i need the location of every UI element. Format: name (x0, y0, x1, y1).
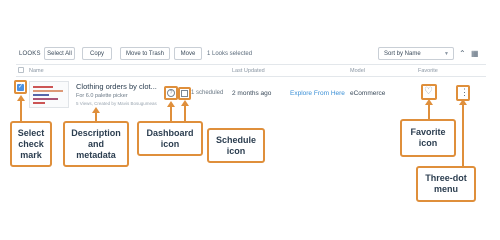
header-favorite: Favorite (418, 68, 438, 74)
thumb-bar (33, 86, 53, 88)
callout-three-dot: Three-dot menu (416, 166, 476, 202)
select-all-checkbox[interactable] (18, 67, 24, 73)
pointer-line (428, 104, 430, 120)
schedule-count[interactable]: 1 scheduled (191, 90, 223, 96)
explore-link[interactable]: Explore From Here (290, 90, 345, 97)
move-to-trash-button[interactable]: Move to Trash (120, 47, 170, 60)
pointer-line (170, 106, 172, 122)
callout-favorite: Favorite icon (400, 119, 456, 157)
pointer-arrow (181, 100, 189, 106)
chevron-down-icon: ▼ (444, 51, 449, 57)
grid-view-icon[interactable]: ▦ (471, 49, 479, 58)
pointer-arrow (17, 95, 25, 101)
favorite-highlight (421, 84, 437, 100)
sort-value: Sort by Name (384, 50, 421, 57)
header-model[interactable]: Model (350, 68, 365, 74)
thumb-bar (33, 94, 49, 96)
thumb-bar (33, 90, 63, 92)
model-value: eCommerce (350, 90, 386, 97)
pointer-arrow (167, 101, 175, 107)
schedule-highlight (178, 87, 191, 100)
callout-schedule: Schedule icon (207, 128, 265, 163)
look-thumbnail[interactable] (29, 81, 69, 108)
header-name[interactable]: Name (29, 68, 44, 74)
callout-select-check: Select check mark (10, 121, 52, 167)
last-updated-value: 2 months ago (232, 90, 272, 97)
pointer-arrow (425, 99, 433, 105)
looks-toolbar: LOOKS Select All Copy Move to Trash Move… (16, 47, 486, 63)
look-metadata: 5 Views, Created by Mavis Bosugumeas (76, 101, 157, 106)
copy-button[interactable]: Copy (82, 47, 112, 60)
toolbar-divider (16, 64, 486, 65)
sort-select[interactable]: Sort by Name ▼ (378, 47, 454, 60)
callout-dashboard: Dashboard icon (137, 121, 203, 156)
collapse-icon[interactable]: ⌃ (459, 49, 466, 58)
selected-count: 1 Looks selected (207, 51, 253, 57)
header-divider (16, 76, 486, 77)
pointer-arrow (459, 99, 467, 105)
pointer-arrow (92, 107, 100, 113)
look-title[interactable]: Clothing orders by clot... (76, 82, 157, 91)
callout-description: Description and metadata (63, 121, 129, 167)
header-last-updated[interactable]: Last Updated (232, 68, 265, 74)
select-all-button[interactable]: Select All (44, 47, 75, 60)
pointer-line (462, 104, 464, 166)
move-button[interactable]: Move (174, 47, 202, 60)
thumb-bar (33, 102, 45, 104)
thumb-bar (33, 98, 58, 100)
section-title: LOOKS (19, 51, 41, 57)
check-highlight (14, 80, 27, 94)
dashboard-highlight (164, 86, 178, 100)
look-description: For 6.0 palette picker (76, 93, 128, 99)
pointer-line (20, 100, 22, 122)
